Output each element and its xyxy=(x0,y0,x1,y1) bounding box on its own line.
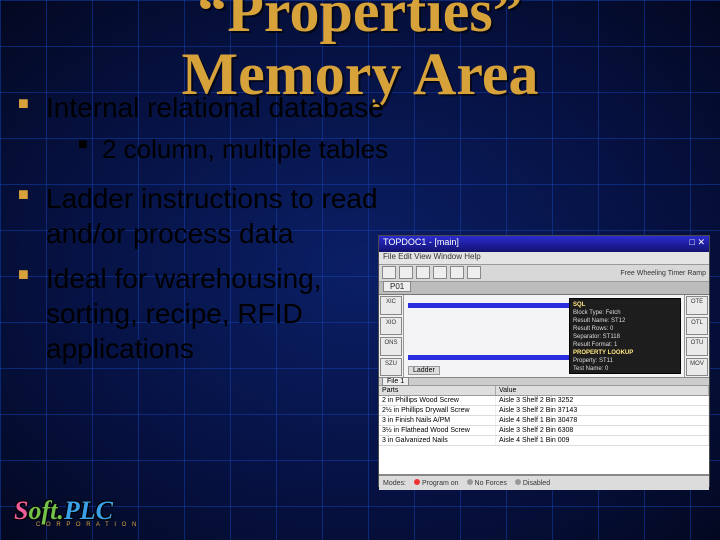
properties-panel: SQL Block Type: Fetch Result Name: ST12 … xyxy=(569,298,681,374)
status-mode: Program on xyxy=(414,479,459,487)
tab-strip: P01 xyxy=(379,282,709,295)
table-row[interactable]: 3 in Galvanized Nails Aisle 4 Shelf 1 Bi… xyxy=(379,436,709,446)
cell: 3½ in Flathead Wood Screw xyxy=(379,426,496,435)
logo-part-2: oft. xyxy=(28,496,63,525)
cell: Aisle 3 Shelf 2 Bin 37143 xyxy=(496,406,709,415)
tool-hint: Free Wheeling Timer Ramp xyxy=(620,270,706,277)
col-header: Parts xyxy=(379,386,496,395)
toolbar-button[interactable] xyxy=(467,266,481,279)
props-line: Result Name: ST12 xyxy=(573,317,677,325)
sub-bullet-list: 2 column, multiple tables xyxy=(46,133,702,167)
status-mode: No Forces xyxy=(467,479,507,487)
props-line: Property: ST11 xyxy=(573,357,677,365)
bullet-2-text: Ladder instructions to read and/or proce… xyxy=(46,181,406,251)
tab[interactable]: P01 xyxy=(383,281,411,292)
cell: Aisle 3 Shelf 2 Bin 3252 xyxy=(496,396,709,405)
status-label: Modes: xyxy=(383,480,406,487)
window-titlebar: TOPDOC1 - [main] □ ✕ xyxy=(379,236,709,252)
props-line: Test Name: 0 xyxy=(573,365,677,373)
status-bar: Modes: Program on No Forces Disabled xyxy=(379,475,709,490)
props-line: PROPERTY LOOKUP xyxy=(573,349,677,357)
work-area: XIC XIO ONS SZU Ladder SQL Block Type: F… xyxy=(379,295,709,378)
ladder-canvas[interactable]: Ladder SQL Block Type: Fetch Result Name… xyxy=(404,295,684,377)
palette-button[interactable]: ONS xyxy=(380,337,402,356)
table-row[interactable]: 2½ in Phillips Drywall Screw Aisle 3 She… xyxy=(379,406,709,416)
logo: Soft.PLC C O R P O R A T I O N xyxy=(14,498,138,528)
table-tab[interactable]: File 1 xyxy=(382,378,409,386)
cell: 2 in Phillips Wood Screw xyxy=(379,396,496,405)
props-header: SQL xyxy=(573,301,677,309)
props-line: Property File: 1 xyxy=(573,373,677,374)
title-line-1: “Properties” xyxy=(197,0,522,44)
cell: Aisle 4 Shelf 1 Bin 30478 xyxy=(496,416,709,425)
toolbar-button[interactable] xyxy=(450,266,464,279)
dot-icon xyxy=(515,479,521,485)
palette-button[interactable]: XIC xyxy=(380,296,402,315)
window-controls: □ ✕ xyxy=(690,237,705,251)
props-line: Block Type: Fetch xyxy=(573,309,677,317)
canvas-tab[interactable]: Ladder xyxy=(408,366,440,375)
palette-button[interactable]: MOV xyxy=(686,358,708,377)
sub-bullet-1: 2 column, multiple tables xyxy=(78,133,702,167)
col-header: Value xyxy=(496,386,709,395)
table-row[interactable]: 3 in Finish Nails A/PM Aisle 4 Shelf 1 B… xyxy=(379,416,709,426)
left-palette: XIC XIO ONS SZU xyxy=(379,295,404,377)
cell: Aisle 4 Shelf 1 Bin 009 xyxy=(496,436,709,445)
logo-part-1: S xyxy=(14,496,28,525)
palette-button[interactable]: OTU xyxy=(686,337,708,356)
cell: Aisle 3 Shelf 2 Bin 6308 xyxy=(496,426,709,435)
status-text: No Forces xyxy=(475,480,507,487)
table-area: File 1 Parts Value 2 in Phillips Wood Sc… xyxy=(379,378,709,475)
window-title: TOPDOC1 - [main] xyxy=(383,237,459,251)
status-text: Program on xyxy=(422,480,459,487)
table-row[interactable]: 3½ in Flathead Wood Screw Aisle 3 Shelf … xyxy=(379,426,709,436)
table-header: Parts Value xyxy=(379,386,709,396)
toolbar-button[interactable] xyxy=(416,266,430,279)
toolbar-button[interactable] xyxy=(399,266,413,279)
dot-icon xyxy=(467,479,473,485)
bullet-1: Internal relational database 2 column, m… xyxy=(18,90,702,167)
menubar: File Edit View Window Help xyxy=(379,252,709,265)
logo-subtitle: C O R P O R A T I O N xyxy=(36,522,138,528)
slide: “Properties” Memory Area Internal relati… xyxy=(0,0,720,540)
props-line: Result Format: 1 xyxy=(573,341,677,349)
palette-button[interactable]: SZU xyxy=(380,358,402,377)
table-row[interactable]: 2 in Phillips Wood Screw Aisle 3 Shelf 2… xyxy=(379,396,709,406)
status-mode: Disabled xyxy=(515,479,550,487)
dot-icon xyxy=(414,479,420,485)
status-text: Disabled xyxy=(523,480,550,487)
app-screenshot: TOPDOC1 - [main] □ ✕ File Edit View Wind… xyxy=(378,235,710,487)
palette-button[interactable]: OTE xyxy=(686,296,708,315)
cell: 3 in Finish Nails A/PM xyxy=(379,416,496,425)
toolbar: Free Wheeling Timer Ramp xyxy=(379,265,709,282)
toolbar-button[interactable] xyxy=(382,266,396,279)
bullet-1-text: Internal relational database xyxy=(46,92,384,123)
palette-button[interactable]: OTL xyxy=(686,317,708,336)
logo-part-3: PLC xyxy=(64,496,113,525)
cell: 3 in Galvanized Nails xyxy=(379,436,496,445)
props-line: Separator: ST118 xyxy=(573,333,677,341)
palette-button[interactable]: XIO xyxy=(380,317,402,336)
bullet-3-text: Ideal for warehousing, sorting, recipe, … xyxy=(46,261,406,366)
right-palette: OTE OTL OTU MOV xyxy=(684,295,709,377)
cell: 2½ in Phillips Drywall Screw xyxy=(379,406,496,415)
toolbar-button[interactable] xyxy=(433,266,447,279)
props-line: Result Rows: 0 xyxy=(573,325,677,333)
